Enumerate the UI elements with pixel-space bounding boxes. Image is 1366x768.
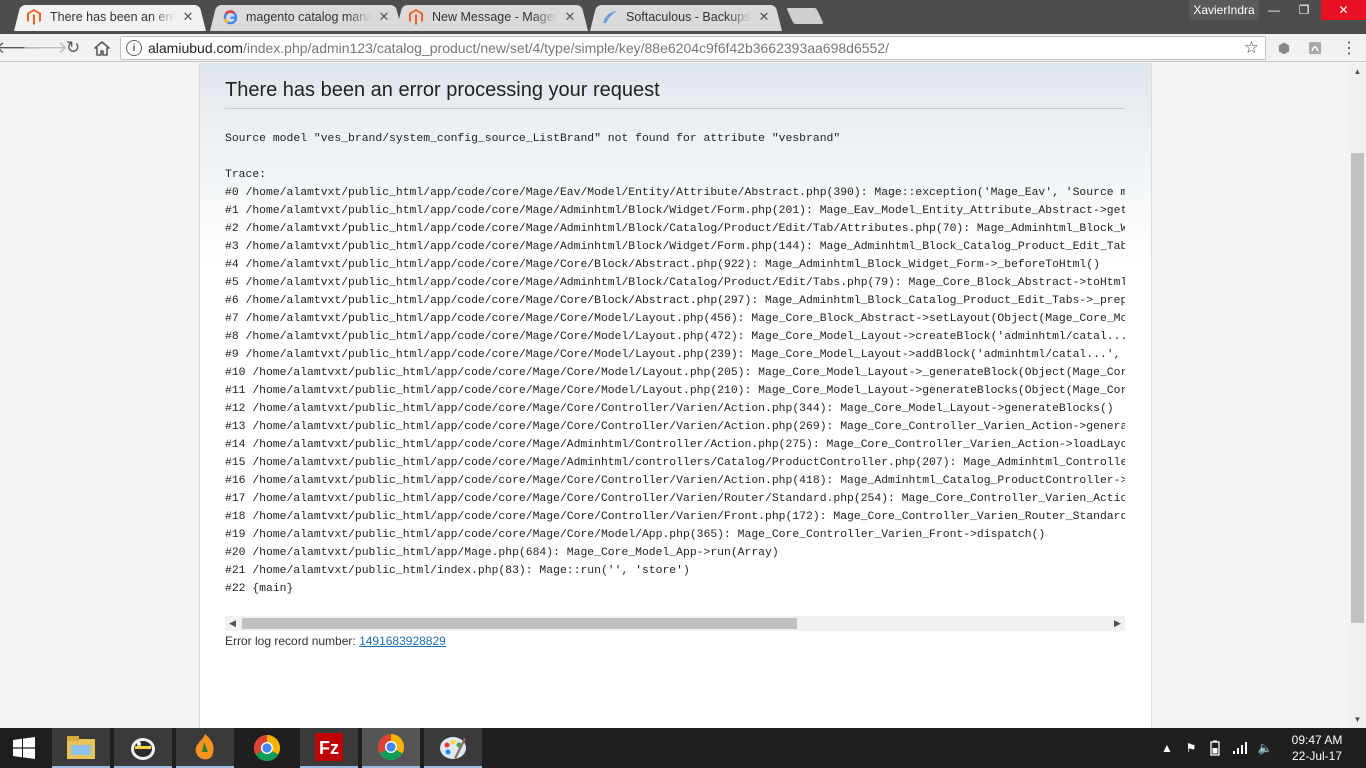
tab-google-search[interactable]: magento catalog manag ✕ — [210, 3, 402, 31]
trace-line: #11 /home/alamtvxt/public_html/app/code/… — [225, 385, 1125, 397]
trace-line: #21 /home/alamtvxt/public_html/index.php… — [225, 565, 690, 577]
error-log-line: Error log record number: 1491683928829 — [225, 634, 446, 648]
error-log-link[interactable]: 1491683928829 — [359, 634, 446, 648]
chrome-icon[interactable] — [362, 728, 420, 768]
tab-title: New Message - Magento — [432, 10, 558, 24]
trace-line: #19 /home/alamtvxt/public_html/app/code/… — [225, 529, 1046, 541]
trace-line: #20 /home/alamtvxt/public_html/app/Mage.… — [225, 547, 779, 559]
extension-icon[interactable]: ⬢ — [1275, 40, 1293, 56]
restore-icon[interactable]: ❐ — [1289, 0, 1319, 20]
browser-toolbar: 🡐 🡒 ↻ i alamiubud.com/index.php/admin123… — [0, 34, 1366, 62]
stack-trace: #0 /home/alamtvxt/public_html/app/code/c… — [225, 184, 1125, 598]
fl-studio-icon[interactable] — [176, 728, 234, 768]
trace-line: #16 /home/alamtvxt/public_html/app/code/… — [225, 475, 1125, 487]
bee-app-icon[interactable] — [114, 728, 172, 768]
taskbar: Fz ▲ ⚑ 🔈 09:47 AM 22-Jul-17 — [0, 728, 1366, 768]
chrome-icon[interactable] — [238, 728, 296, 768]
tab-close-icon[interactable]: ✕ — [756, 9, 772, 25]
page-viewport: There has been an error processing your … — [0, 63, 1349, 728]
trace-line: #2 /home/alamtvxt/public_html/app/code/c… — [225, 223, 1125, 235]
bookmark-star-icon[interactable]: ☆ — [1244, 38, 1259, 58]
pdf-extension-icon[interactable] — [1306, 40, 1324, 56]
site-info-icon[interactable]: i — [126, 40, 142, 56]
error-message: Source model "ves_brand/system_config_so… — [225, 133, 841, 145]
error-log-label: Error log record number: — [225, 634, 356, 648]
trace-line: #4 /home/alamtvxt/public_html/app/code/c… — [225, 259, 1100, 271]
address-bar[interactable]: i alamiubud.com/index.php/admin123/catal… — [120, 36, 1266, 60]
scroll-right-icon[interactable]: ▶ — [1110, 616, 1125, 631]
reload-icon[interactable]: ↻ — [61, 38, 85, 58]
trace-line: #13 /home/alamtvxt/public_html/app/code/… — [225, 421, 1125, 433]
show-hidden-icons[interactable]: ▲ — [1160, 728, 1174, 768]
scrollbar-thumb[interactable] — [1351, 153, 1364, 623]
trace-line: #10 /home/alamtvxt/public_html/app/code/… — [225, 367, 1125, 379]
tab-title: There has been an error p — [50, 10, 176, 24]
trace-line: #0 /home/alamtvxt/public_html/app/code/c… — [225, 187, 1125, 199]
error-panel: There has been an error processing your … — [199, 63, 1152, 728]
tab-title: Softaculous - Backups — [626, 10, 751, 24]
forward-icon[interactable]: 🡒 — [22, 38, 68, 58]
tab-error[interactable]: There has been an error p ✕ — [14, 3, 206, 31]
tab-close-icon[interactable]: ✕ — [562, 9, 578, 25]
trace-line: #9 /home/alamtvxt/public_html/app/code/c… — [225, 349, 1121, 361]
tab-title: magento catalog manag — [246, 10, 372, 24]
trace-line: #15 /home/alamtvxt/public_html/app/code/… — [225, 457, 1125, 469]
softaculous-icon — [602, 9, 618, 25]
trace-line: #8 /home/alamtvxt/public_html/app/code/c… — [225, 331, 1125, 343]
magento-icon — [408, 9, 424, 25]
tab-new-message[interactable]: New Message - Magento ✕ — [396, 3, 588, 31]
trace-line: #6 /home/alamtvxt/public_html/app/code/c… — [225, 295, 1125, 307]
network-icon[interactable] — [1230, 728, 1250, 768]
trace-line: #18 /home/alamtvxt/public_html/app/code/… — [225, 511, 1125, 523]
url-text: alamiubud.com/index.php/admin123/catalog… — [148, 40, 889, 56]
menu-icon[interactable]: ⋮ — [1340, 40, 1358, 57]
vertical-scrollbar[interactable]: ▲ ▼ — [1349, 63, 1366, 728]
trace-line: #12 /home/alamtvxt/public_html/app/code/… — [225, 403, 1114, 415]
horizontal-scrollbar[interactable]: ◀ ▶ — [225, 616, 1125, 631]
trace-line: #3 /home/alamtvxt/public_html/app/code/c… — [225, 241, 1125, 253]
new-tab-button[interactable] — [786, 8, 824, 24]
tab-close-icon[interactable]: ✕ — [180, 9, 196, 25]
page-title: There has been an error processing your … — [225, 79, 1125, 109]
filezilla-icon[interactable]: Fz — [300, 728, 358, 768]
volume-icon[interactable]: 🔈 — [1255, 728, 1275, 768]
trace-line: #7 /home/alamtvxt/public_html/app/code/c… — [225, 313, 1125, 325]
paint-icon[interactable] — [424, 728, 482, 768]
trace-line: #22 {main} — [225, 583, 294, 595]
windows-start-icon[interactable] — [0, 728, 48, 768]
trace-line: #14 /home/alamtvxt/public_html/app/code/… — [225, 439, 1125, 451]
scroll-left-icon[interactable]: ◀ — [225, 616, 240, 631]
svg-text:Fz: Fz — [319, 738, 339, 758]
close-window-icon[interactable]: ✕ — [1321, 0, 1366, 20]
scroll-up-icon[interactable]: ▲ — [1349, 63, 1366, 80]
browser-titlebar: There has been an error p ✕ magento cata… — [0, 0, 1366, 34]
tab-softaculous[interactable]: Softaculous - Backups ✕ — [590, 3, 782, 31]
tab-close-icon[interactable]: ✕ — [376, 9, 392, 25]
trace-line: #1 /home/alamtvxt/public_html/app/code/c… — [225, 205, 1125, 217]
battery-icon[interactable] — [1206, 728, 1224, 768]
taskbar-clock[interactable]: 09:47 AM 22-Jul-17 — [1282, 732, 1352, 764]
action-center-flag-icon[interactable]: ⚑ — [1182, 728, 1200, 768]
profile-button[interactable]: XavierIndra — [1189, 0, 1259, 20]
trace-line: #5 /home/alamtvxt/public_html/app/code/c… — [225, 277, 1125, 289]
trace-line: #17 /home/alamtvxt/public_html/app/code/… — [225, 493, 1125, 505]
scrollbar-thumb[interactable] — [242, 618, 797, 629]
clock-date: 22-Jul-17 — [1291, 749, 1343, 763]
file-explorer-icon[interactable] — [52, 728, 110, 768]
clock-time: 09:47 AM — [1291, 733, 1343, 747]
home-icon[interactable] — [90, 38, 114, 58]
magento-icon — [26, 9, 42, 25]
minimize-icon[interactable]: — — [1259, 0, 1289, 20]
scroll-down-icon[interactable]: ▼ — [1349, 711, 1366, 728]
trace-label: Trace: — [225, 169, 267, 181]
google-icon — [222, 9, 238, 25]
